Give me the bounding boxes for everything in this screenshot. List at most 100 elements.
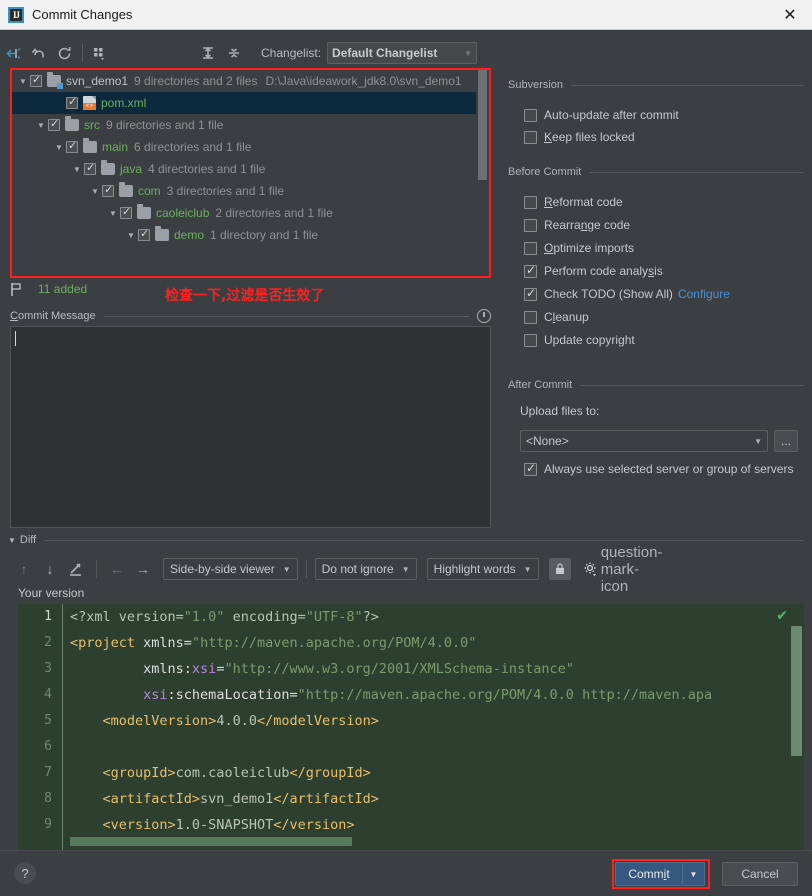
changelist-select[interactable]: Default Changelist ▼ [327,42,478,64]
cancel-button[interactable]: Cancel [722,862,798,886]
code-line[interactable]: <modelVersion>4.0.0</modelVersion> [70,708,804,734]
tree-scrollbar[interactable] [477,70,487,276]
tree-row[interactable]: ▼ src 9 directories and 1 file [12,114,476,136]
highlight-mode-select[interactable]: Highlight words ▼ [426,558,539,580]
show-diff-icon[interactable] [0,40,26,66]
expand-twisty-icon[interactable]: ▼ [106,209,120,218]
checkbox-label: Rearrange code [544,218,631,232]
divider [571,84,804,86]
viewer-mode-select[interactable]: Side-by-side viewer ▼ [163,558,298,580]
chevron-down-icon: ▼ [523,564,532,574]
chevron-down-icon: ▼ [282,564,291,574]
checkbox-keep-files-locked[interactable]: Keep files locked [524,128,635,146]
tree-row-checkbox[interactable] [66,139,78,153]
expand-twisty-icon[interactable]: ▼ [88,187,102,196]
tree-row[interactable]: ▼ svn_demo1 9 directories and 2 files D:\Ja… [12,70,476,92]
tree-row[interactable]: ▼ com 3 directories and 1 file [12,180,476,202]
expand-twisty-icon[interactable]: ▼ [70,165,84,174]
tree-row-checkbox[interactable] [120,205,132,219]
diff-code-pane[interactable]: 123456789 <?xml version="1.0" encoding="… [18,604,804,850]
checkbox-box [524,108,537,122]
commit-button[interactable]: Commit [615,862,683,886]
commit-message-input[interactable] [10,326,491,528]
tree-row-name: main [102,140,129,154]
diff-section-header[interactable]: ▼ Diff [8,532,804,548]
browse-servers-button[interactable]: ... [774,430,798,452]
checkbox-perform-code-analysis[interactable]: Perform code analysis [524,262,663,280]
close-icon[interactable]: ✕ [768,0,812,30]
tree-row-name: pom.xml [101,96,147,110]
tree-row[interactable]: pom.xml [12,92,476,114]
code-token: </groupId> [289,765,371,781]
expand-twisty-icon[interactable]: ▼ [52,143,66,152]
clock-icon[interactable] [477,309,491,323]
checkbox-optimize-imports[interactable]: Optimize imports [524,239,634,257]
changelist-flag-icon [10,282,30,297]
checkbox-check-todo[interactable]: Check TODO (Show All) Configure [524,285,730,303]
lock-icon[interactable] [548,558,571,580]
revert-icon[interactable] [26,40,52,66]
annotate-icon[interactable] [64,557,88,581]
tree-row-checkbox[interactable] [102,183,114,197]
tree-row[interactable]: ▼ caoleiclub 2 directories and 1 file [12,202,476,224]
code-token: xmlns: [70,661,192,677]
line-number: 4 [44,687,52,702]
ignore-mode-select[interactable]: Do not ignore ▼ [314,558,417,580]
code-horizontal-scrollbar[interactable] [70,837,352,846]
next-difference-icon[interactable]: ↓ [38,557,62,581]
checkbox-always-use-selected-server[interactable]: Always use selected server or group of s… [524,460,793,478]
code-content[interactable]: <?xml version="1.0" encoding="UTF-8"?> <p… [70,604,804,850]
code-line[interactable]: xmlns:xsi="http://www.w3.org/2001/XMLSch… [70,656,804,682]
help-button[interactable]: ? [14,862,36,884]
upload-server-select[interactable]: <None> ▼ [520,430,768,452]
tree-scrollbar-thumb[interactable] [478,70,487,180]
viewer-mode-value: Side-by-side viewer [170,562,275,576]
code-vertical-scrollbar[interactable] [791,626,802,756]
tree-row-checkbox[interactable] [48,117,60,131]
configure-link[interactable]: Configure [678,287,730,301]
tree-row-checkbox[interactable] [66,95,78,109]
previous-difference-icon[interactable]: ↑ [12,557,36,581]
tree-row-checkbox[interactable] [138,227,150,241]
collapse-all-icon[interactable] [221,40,247,66]
expand-all-icon[interactable] [195,40,221,66]
checkbox-reformat-code[interactable]: Reformat code [524,193,623,211]
code-line[interactable]: <project xmlns="http://maven.apache.org/… [70,630,804,656]
code-line[interactable]: <?xml version="1.0" encoding="UTF-8"?> [70,604,804,630]
line-number: 9 [44,817,52,832]
checkbox-rearrange-code[interactable]: Rearrange code [524,216,630,234]
code-line[interactable]: <groupId>com.caoleiclub</groupId> [70,760,804,786]
expand-twisty-icon[interactable]: ▼ [34,121,48,130]
tree-row[interactable]: ▼ main 6 directories and 1 file [12,136,476,158]
checkbox-cleanup[interactable]: Cleanup [524,308,589,326]
toolbar-separator [82,44,83,62]
next-file-icon[interactable]: → [131,557,155,581]
tree-row-checkbox[interactable] [84,161,96,175]
previous-file-icon[interactable]: ← [105,557,129,581]
checkbox-update-copyright[interactable]: Update copyright [524,331,635,349]
folder-icon [65,116,79,131]
checkbox-box [524,195,537,209]
expand-twisty-icon[interactable]: ▼ [124,231,138,240]
code-line[interactable]: <artifactId>svn_demo1</artifactId> [70,786,804,812]
question-mark-icon[interactable]: question-mark-icon [601,544,663,595]
checkbox-box [524,461,537,476]
tree-row-checkbox[interactable] [30,73,42,87]
gear-icon[interactable] [579,557,603,581]
changes-tree[interactable]: ▼ svn_demo1 9 directories and 2 files D:\Ja… [12,70,476,276]
tree-row-name: caoleiclub [156,206,210,220]
tree-row[interactable]: ▼ demo 1 directory and 1 file [12,224,476,246]
expand-twisty-icon[interactable]: ▼ [16,77,30,86]
code-token: encoding= [224,609,306,625]
code-line[interactable]: xsi:schemaLocation="http://maven.apache.… [70,682,804,708]
code-line[interactable] [70,734,804,760]
refresh-icon[interactable] [52,40,78,66]
commit-message-label: Commit Message [10,310,96,322]
group-by-icon[interactable] [87,40,113,66]
checkbox-auto-update-after-commit[interactable]: Auto-update after commit [524,106,679,124]
tree-row[interactable]: ▼ java 4 directories and 1 file [12,158,476,180]
commit-dropdown-button[interactable]: ▼ [683,862,705,886]
code-token: <modelVersion> [70,713,217,729]
folder-icon [137,204,151,219]
code-line[interactable]: <version>1.0-SNAPSHOT</version> [70,812,804,838]
